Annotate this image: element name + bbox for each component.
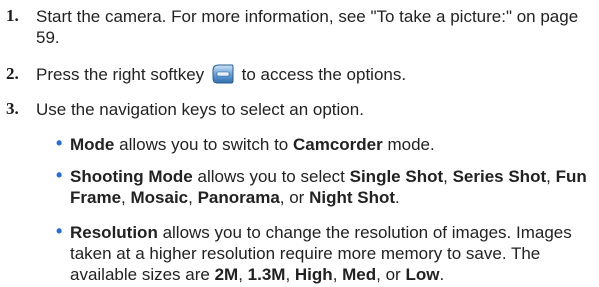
term-camcorder: Camcorder	[292, 135, 383, 154]
separator: .	[439, 265, 445, 284]
size-1-3m: 1.3M	[247, 265, 286, 284]
size-med: Med	[342, 265, 377, 284]
term-mode: Mode	[70, 135, 115, 154]
step-number: 3.	[6, 99, 19, 118]
bullet-text: Shooting Mode allows you to select Singl…	[70, 166, 594, 208]
step-2-text-before: Press the right softkey	[36, 65, 205, 84]
bullet-text: Mode allows you to switch to Camcorder m…	[70, 134, 594, 155]
size-high: High	[294, 265, 333, 284]
bullet-dot-icon: •	[56, 221, 63, 241]
bullet-dot-icon: •	[56, 133, 63, 153]
option-series-shot: Series Shot	[452, 167, 547, 186]
right-softkey-icon	[212, 64, 234, 84]
term-shooting-mode: Shooting Mode	[70, 167, 193, 186]
step-text: Start the camera. For more information, …	[36, 6, 591, 48]
separator: ,	[332, 265, 343, 284]
size-2m: 2M	[214, 265, 239, 284]
option-night-shot: Night Shot	[309, 188, 395, 207]
step-text: Press the right softkey to access the op…	[36, 64, 591, 85]
step-text: Use the navigation keys to select an opt…	[36, 100, 364, 119]
term-resolution: Resolution	[70, 223, 158, 242]
separator: ,	[238, 265, 248, 284]
separator: ,	[546, 167, 556, 186]
separator: .	[395, 188, 400, 207]
step-2-text-after: to access the options.	[241, 65, 407, 84]
separator: ,	[285, 265, 295, 284]
separator: , or	[279, 188, 310, 207]
bullet-copy: allows you to switch to	[114, 135, 293, 154]
separator: ,	[443, 167, 453, 186]
option-panorama: Panorama	[197, 188, 280, 207]
step-number: 2.	[6, 64, 19, 83]
option-single-shot: Single Shot	[349, 167, 444, 186]
step-1-line-b: 59.	[36, 28, 60, 47]
option-mosaic: Mosaic	[130, 188, 189, 207]
bullet-dot-icon: •	[56, 165, 63, 185]
bullet-copy: mode.	[382, 135, 435, 154]
separator: , or	[376, 265, 406, 284]
separator: ,	[188, 188, 198, 207]
step-number: 1.	[6, 6, 19, 25]
step-1-line-a: Start the camera. For more information, …	[36, 7, 579, 26]
size-low: Low	[405, 265, 440, 284]
bullet-text: Resolution allows you to change the reso…	[70, 222, 594, 285]
bullet-copy: allows you to select	[192, 167, 350, 186]
